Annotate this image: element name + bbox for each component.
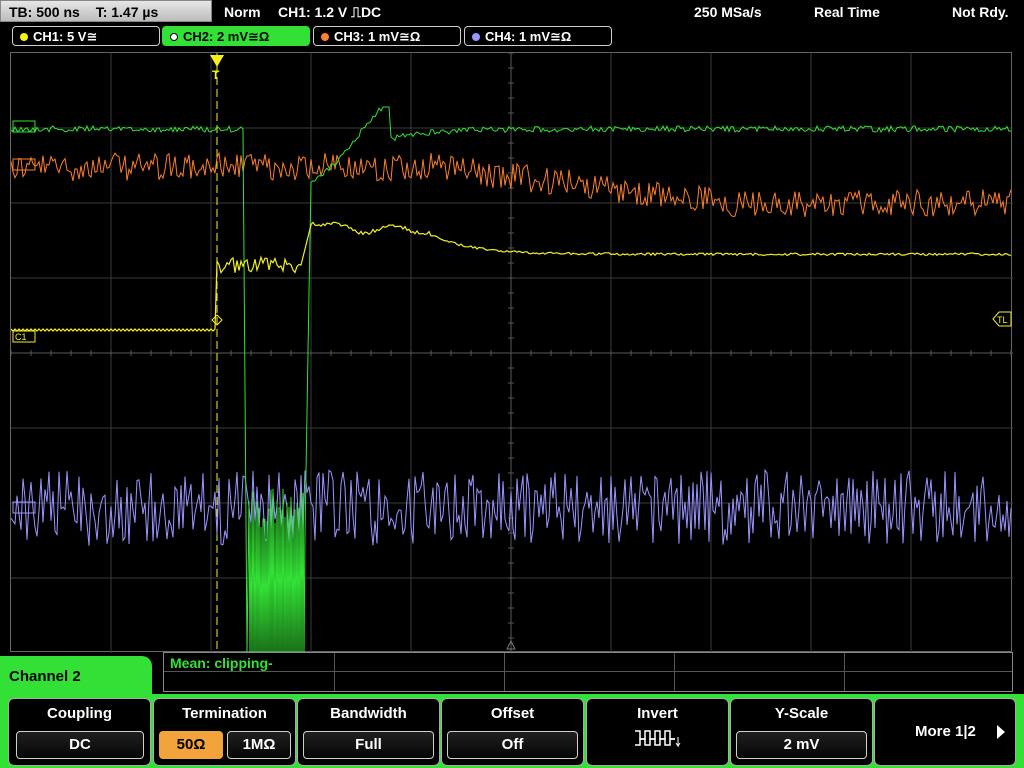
trigger-position-icon — [210, 55, 224, 67]
measurement-divider — [844, 653, 845, 691]
trigger-position-glyph: T — [212, 68, 220, 82]
invert-softkey[interactable]: Invert — [586, 698, 729, 766]
waveform-svg: T C1 TL — [11, 53, 1013, 653]
more-softkey[interactable]: More 1|2 — [874, 698, 1016, 766]
timebase-box[interactable]: TB: 500 ns T: 1.47 µs — [0, 0, 212, 22]
trigger-time-label: T: 1.47 µs — [95, 4, 159, 20]
tab-ch3-label: CH3: 1 mV≅Ω — [334, 29, 421, 44]
ch1-color-icon — [20, 33, 28, 41]
measurement-label: Mean: clipping- — [170, 655, 273, 671]
channel-tabs: CH1: 5 V≅ CH2: 2 mV≅Ω CH3: 1 mV≅Ω CH4: 1… — [0, 26, 1024, 48]
sample-rate: 250 MSa/s — [694, 4, 762, 20]
trigger-mode[interactable]: Norm — [224, 0, 261, 24]
invert-title: Invert — [637, 705, 678, 722]
trigger-level-label: TL — [997, 315, 1008, 325]
tab-ch1[interactable]: CH1: 5 V≅ — [12, 26, 160, 46]
invert-waveform-icon — [635, 730, 681, 748]
menu-title: Channel 2 — [0, 656, 152, 696]
tab-ch2-label: CH2: 2 mV≅Ω — [183, 29, 270, 44]
ch3-color-icon — [321, 33, 329, 41]
coupling-value[interactable]: DC — [16, 731, 144, 759]
offset-value[interactable]: Off — [447, 731, 578, 759]
acquisition-mode: Real Time — [814, 4, 880, 20]
yscale-softkey[interactable]: Y-Scale 2 mV — [730, 698, 873, 766]
ch2-color-icon — [170, 33, 178, 41]
yscale-title: Y-Scale — [774, 705, 829, 722]
coupling-title: Coupling — [47, 705, 112, 722]
acquisition-status: Not Rdy. — [952, 4, 1009, 20]
tab-ch4[interactable]: CH4: 1 mV≅Ω — [464, 26, 612, 46]
trigger-source[interactable]: CH1: 1.2 V ⎍DC — [278, 0, 381, 24]
termination-softkey[interactable]: Termination 50Ω 1MΩ — [153, 698, 296, 766]
trigger-level-marker: TL — [992, 311, 1012, 327]
measurement-divider — [674, 653, 675, 691]
measurement-panel[interactable]: Mean: clipping- — [163, 652, 1013, 692]
timebase-label: TB: 500 ns — [9, 4, 80, 20]
measurement-divider — [334, 653, 335, 691]
more-label: More 1|2 — [915, 723, 976, 740]
tab-ch3[interactable]: CH3: 1 mV≅Ω — [313, 26, 461, 46]
bandwidth-value[interactable]: Full — [303, 731, 434, 759]
ch1-marker-label: C1 — [15, 332, 27, 342]
waveform-display[interactable]: T C1 TL — [10, 52, 1013, 653]
tab-ch2[interactable]: CH2: 2 mV≅Ω — [162, 26, 310, 46]
next-arrow-icon — [997, 725, 1005, 739]
tab-ch1-label: CH1: 5 V≅ — [33, 29, 98, 44]
offset-title: Offset — [490, 705, 535, 722]
termination-1mohm-option[interactable]: 1MΩ — [227, 731, 291, 759]
tab-ch4-label: CH4: 1 mV≅Ω — [485, 29, 572, 44]
measurement-divider — [504, 653, 505, 691]
termination-50ohm-option[interactable]: 50Ω — [159, 731, 223, 759]
bandwidth-softkey[interactable]: Bandwidth Full — [297, 698, 440, 766]
termination-title: Termination — [182, 705, 267, 722]
measurement-divider — [164, 671, 1012, 672]
coupling-softkey[interactable]: Coupling DC — [8, 698, 151, 766]
offset-softkey[interactable]: Offset Off — [441, 698, 584, 766]
yscale-value[interactable]: 2 mV — [736, 731, 867, 759]
ch1-offset-marker: C1 — [12, 330, 36, 343]
status-bar: TB: 500 ns T: 1.47 µs Norm CH1: 1.2 V ⎍D… — [0, 0, 1024, 24]
bandwidth-title: Bandwidth — [330, 705, 407, 722]
ch4-color-icon — [472, 33, 480, 41]
